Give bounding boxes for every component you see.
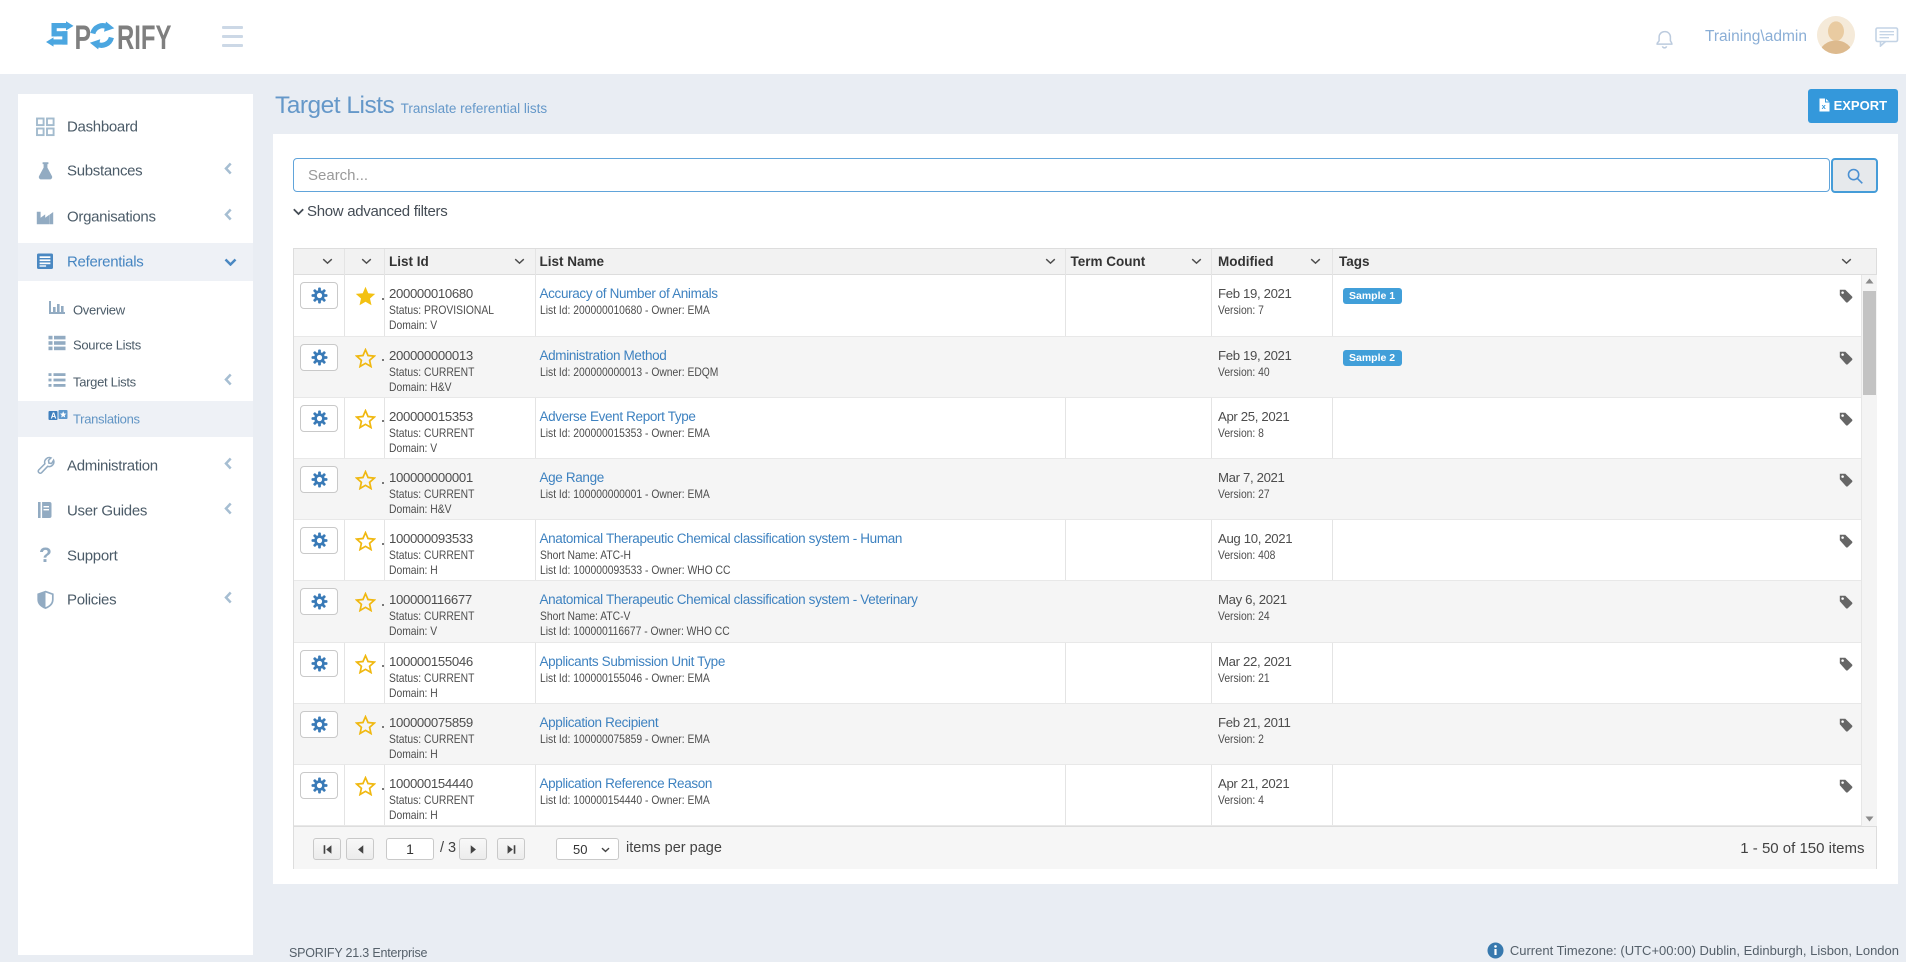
svg-text:A: A <box>51 412 57 421</box>
svg-text:RIFY: RIFY <box>117 21 172 52</box>
svg-text:P: P <box>75 21 92 52</box>
